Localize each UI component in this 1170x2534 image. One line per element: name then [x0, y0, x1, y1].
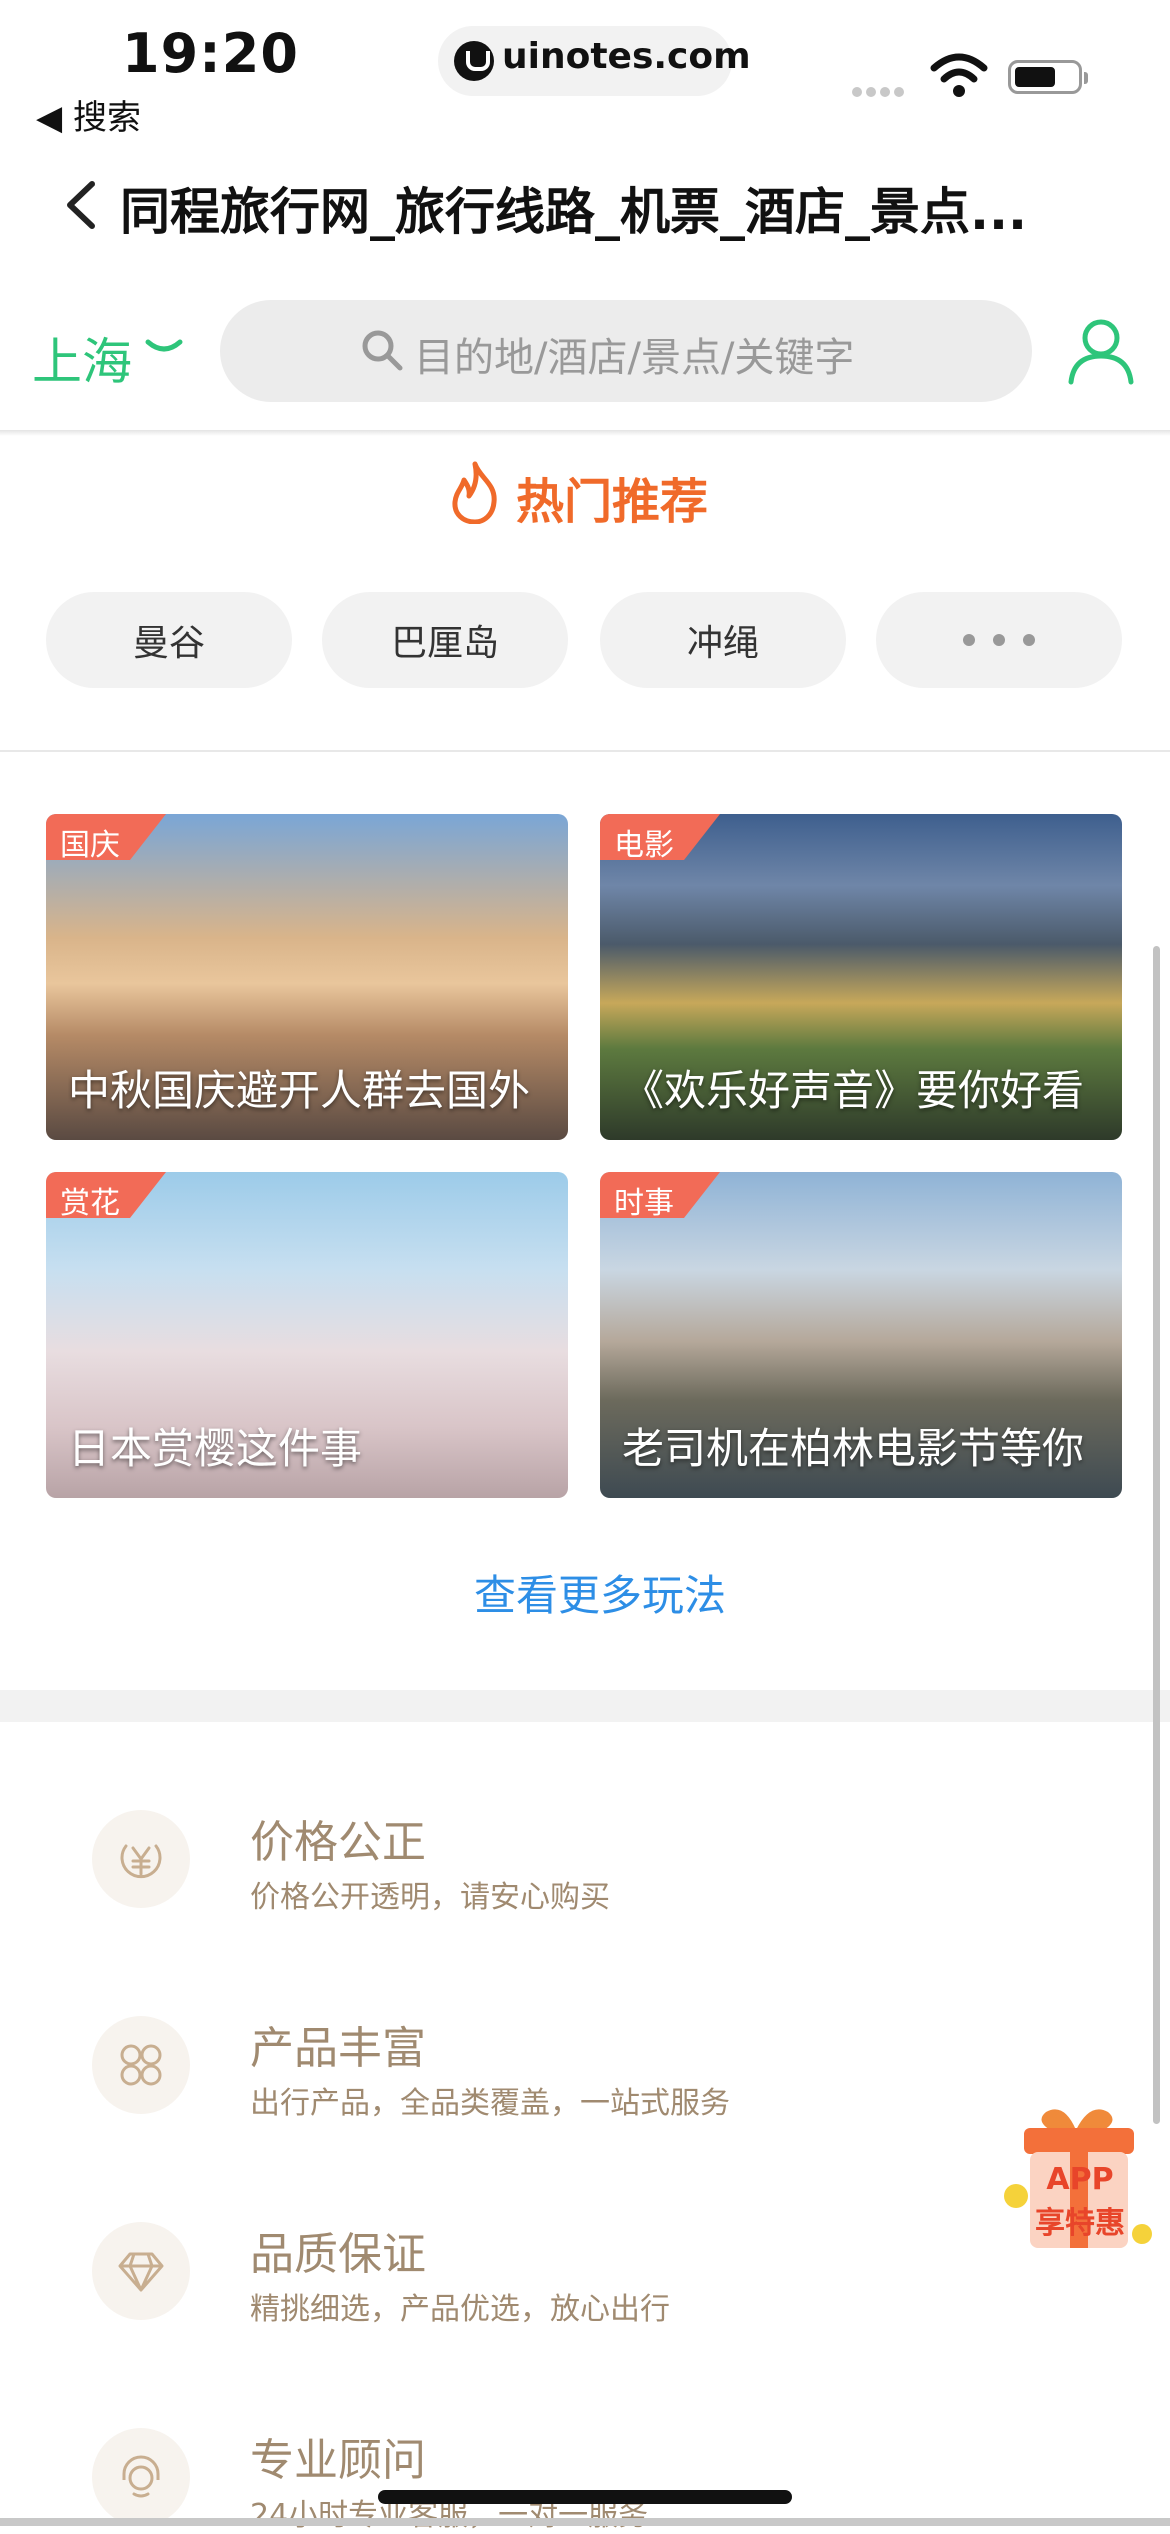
back-chevron-icon[interactable]	[60, 178, 104, 232]
signal-icon	[852, 82, 908, 101]
feature-title: 产品丰富	[250, 2023, 426, 2074]
card-caption: 《欢乐好声音》要你好看	[622, 1066, 1085, 1115]
card-caption: 中秋国庆避开人群去国外	[68, 1066, 531, 1115]
headset-icon	[92, 2428, 190, 2526]
diamond-icon	[92, 2222, 190, 2320]
search-placeholder: 目的地/酒店/景点/关键字	[414, 335, 855, 381]
hot-section-title: 热门推荐	[516, 474, 709, 530]
feature-title: 价格公正	[250, 1817, 426, 1868]
card-tag: 电影	[614, 828, 674, 863]
flame-icon	[452, 461, 497, 524]
home-indicator[interactable]	[378, 2490, 792, 2504]
app-badge-line2: 享特惠	[1035, 2206, 1125, 2241]
card-tag: 时事	[614, 1186, 674, 1221]
header-shadow	[0, 430, 1170, 436]
user-profile-icon[interactable]	[1066, 316, 1136, 386]
site-logo-icon	[454, 41, 494, 81]
feature-desc: 价格公开透明，请安心购买	[250, 1880, 610, 1915]
more-activities-link[interactable]: 查看更多玩法	[0, 1562, 1170, 1623]
app-badge-line1: APP	[1046, 2162, 1114, 2197]
city-selector[interactable]: 上海	[32, 322, 132, 394]
app-promo-badge[interactable]: APP 享特惠	[1004, 2104, 1154, 2256]
chip-okinawa[interactable]: 冲绳	[600, 592, 846, 688]
card-tag: 国庆	[60, 828, 120, 863]
chevron-down-icon[interactable]	[144, 334, 184, 364]
page-title: 同程旅行网_旅行线路_机票_酒店_景点...	[120, 183, 1027, 241]
section-divider	[0, 750, 1170, 752]
promo-card-news[interactable]: 时事 老司机在柏林电影节等你	[600, 1172, 1122, 1498]
promo-card-cherry-blossom[interactable]: 赏花 日本赏樱这件事	[46, 1172, 568, 1498]
chip-bangkok[interactable]: 曼谷	[46, 592, 292, 688]
card-caption: 老司机在柏林电影节等你	[622, 1424, 1085, 1473]
scrollbar[interactable]	[1153, 946, 1160, 2124]
status-time: 19:20	[122, 22, 299, 85]
url-text: uinotes.com	[502, 36, 751, 77]
battery-icon	[1008, 60, 1088, 94]
search-icon	[362, 330, 403, 371]
yen-icon	[92, 1810, 190, 1908]
back-to-app-link[interactable]: ◀ 搜索	[36, 90, 141, 139]
card-tag: 赏花	[60, 1186, 120, 1221]
promo-card-national-day[interactable]: 国庆 中秋国庆避开人群去国外	[46, 814, 568, 1140]
card-caption: 日本赏樱这件事	[68, 1424, 363, 1473]
chip-bali[interactable]: 巴厘岛	[322, 592, 568, 688]
promo-card-movie[interactable]: 电影 《欢乐好声音》要你好看	[600, 814, 1122, 1140]
wifi-icon	[930, 53, 988, 97]
section-band	[0, 1690, 1170, 1722]
feature-title: 专业顾问	[250, 2435, 426, 2486]
feature-title: 品质保证	[250, 2229, 426, 2280]
grid-icon	[92, 2016, 190, 2114]
bottom-bar-line	[0, 2518, 1170, 2526]
feature-desc: 精挑细选，产品优选，放心出行	[250, 2292, 670, 2327]
feature-desc: 出行产品，全品类覆盖，一站式服务	[250, 2086, 730, 2121]
chip-more-button[interactable]	[876, 592, 1122, 688]
